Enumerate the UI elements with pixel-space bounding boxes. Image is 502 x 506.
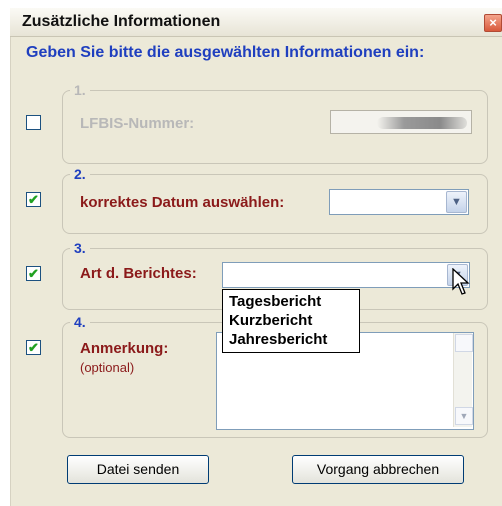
lfbis-input-blurred-value xyxy=(377,117,467,129)
scroll-down-button[interactable]: ▼ xyxy=(455,407,473,425)
group-number-1: 1. xyxy=(70,82,90,98)
option-jahresbericht[interactable]: Jahresbericht xyxy=(223,330,359,349)
check-icon: ✔ xyxy=(28,266,39,281)
chevron-down-icon: ▼ xyxy=(459,411,469,421)
checkbox-report-type[interactable]: ✔ xyxy=(26,266,41,281)
lfbis-input[interactable] xyxy=(330,110,472,134)
date-dropdown-button[interactable]: ▼ xyxy=(446,191,467,213)
checkbox-remark[interactable]: ✔ xyxy=(26,340,41,355)
option-tagesbericht[interactable]: Tagesbericht xyxy=(223,292,359,311)
chevron-down-icon: ▼ xyxy=(451,196,462,208)
checkbox-date[interactable]: ✔ xyxy=(26,192,41,207)
check-icon: ✔ xyxy=(28,192,39,207)
close-button[interactable]: × xyxy=(484,14,502,32)
option-kurzbericht[interactable]: Kurzbericht xyxy=(223,311,359,330)
group-number-4: 4. xyxy=(70,314,90,330)
instruction-text: Geben Sie bitte die ausgewählten Informa… xyxy=(26,44,425,61)
cancel-process-button[interactable]: Vorgang abbrechen xyxy=(292,455,464,484)
remark-label: Anmerkung: xyxy=(80,340,169,357)
window-title: Zusätzliche Informationen xyxy=(22,13,221,30)
report-type-dropdown[interactable]: ▼ xyxy=(222,262,470,288)
report-type-label: Art d. Berichtes: xyxy=(80,265,197,282)
remark-scrollbar[interactable]: ▼ xyxy=(453,333,473,427)
remark-optional-label: (optional) xyxy=(80,360,135,375)
report-type-options-list: Tagesbericht Kurzbericht Jahresbericht xyxy=(222,289,360,353)
send-file-button[interactable]: Datei senden xyxy=(67,455,209,484)
date-label: korrektes Datum auswählen: xyxy=(80,194,285,211)
mouse-cursor-icon xyxy=(452,268,470,295)
date-dropdown[interactable]: ▼ xyxy=(329,189,469,215)
checkbox-lfbis[interactable] xyxy=(26,115,41,130)
group-number-3: 3. xyxy=(70,240,90,256)
close-icon: × xyxy=(489,15,497,30)
check-icon: ✔ xyxy=(28,340,39,355)
scroll-up-button[interactable] xyxy=(455,334,473,352)
group-number-2: 2. xyxy=(70,166,90,182)
lfbis-label: LFBIS-Nummer: xyxy=(80,115,195,132)
